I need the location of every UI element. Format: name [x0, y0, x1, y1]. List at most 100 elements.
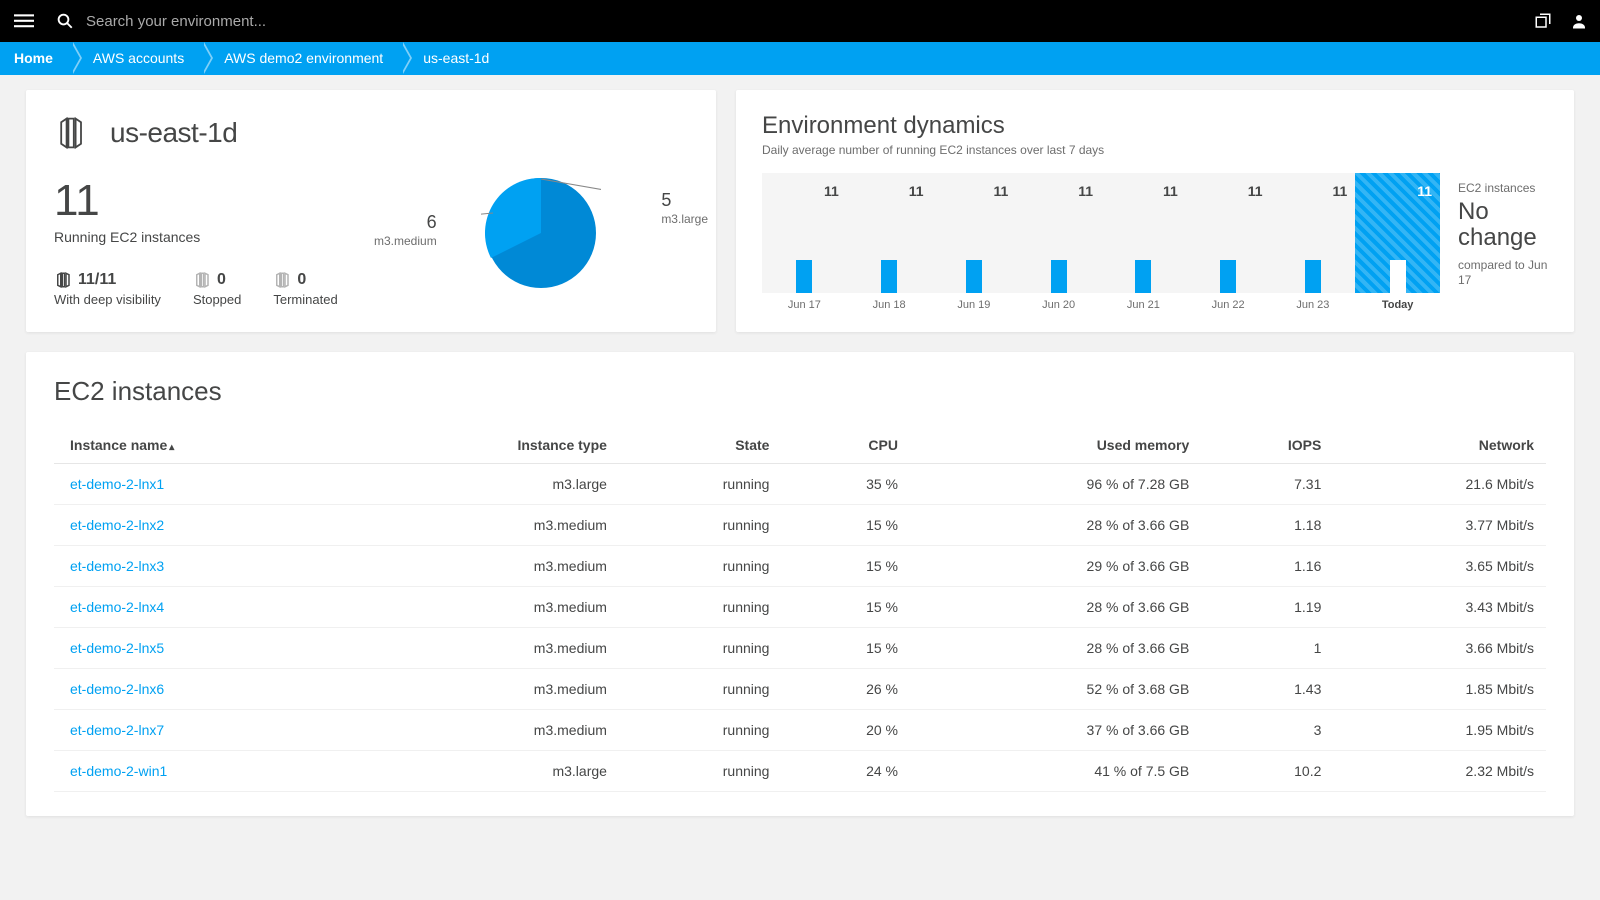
ec2-instances-table: Instance name▴Instance typeStateCPUUsed … — [54, 427, 1546, 792]
cell-cpu: 35 % — [781, 464, 910, 505]
table-header[interactable]: Instance type — [358, 427, 619, 464]
stat-value: 11/11 — [78, 271, 116, 289]
instance-name-link[interactable]: et-demo-2-lnx4 — [70, 599, 164, 615]
datacenter-mini-icon — [193, 271, 211, 289]
cell-cpu: 15 % — [781, 587, 910, 628]
table-header[interactable]: State — [619, 427, 782, 464]
running-label: Running EC2 instances — [54, 229, 394, 245]
table-header[interactable]: Network — [1333, 427, 1546, 464]
bar-date: Today — [1382, 299, 1414, 311]
search-icon[interactable] — [56, 12, 74, 30]
cell-iops: 1.19 — [1201, 587, 1333, 628]
cell-state: running — [619, 669, 782, 710]
bar-column: 11Jun 21 — [1101, 173, 1186, 311]
bar-value: 11 — [1248, 183, 1263, 199]
cell-iops: 1.18 — [1201, 505, 1333, 546]
table-header[interactable]: CPU — [781, 427, 910, 464]
cell-memory: 41 % of 7.5 GB — [910, 751, 1201, 792]
environment-dynamics-card: Environment dynamics Daily average numbe… — [736, 90, 1574, 332]
new-window-icon[interactable] — [1534, 12, 1552, 30]
bar-date: Jun 20 — [1042, 299, 1075, 311]
cell-iops: 10.2 — [1201, 751, 1333, 792]
stat-value: 0 — [297, 271, 306, 289]
bar-column: 11Jun 17 — [762, 173, 847, 311]
bar-column: 11Jun 18 — [847, 173, 932, 311]
stat-label: Terminated — [273, 292, 337, 307]
table-row: et-demo-2-lnx5 m3.mediumrunning15 %28 % o… — [54, 628, 1546, 669]
region-title: us-east-1d — [110, 117, 237, 149]
bar-date: Jun 21 — [1127, 299, 1160, 311]
ec2-table-title: EC2 instances — [54, 376, 1546, 407]
bar-date: Jun 18 — [873, 299, 906, 311]
table-row: et-demo-2-lnx4m3.mediumrunning15 %28 % o… — [54, 587, 1546, 628]
instance-name-link[interactable]: et-demo-2-win1 — [70, 763, 167, 779]
cell-network: 1.95 Mbit/s — [1333, 710, 1546, 751]
cell-network: 3.77 Mbit/s — [1333, 505, 1546, 546]
bar-date: Jun 22 — [1212, 299, 1245, 311]
bar-value: 11 — [1332, 183, 1347, 199]
table-header[interactable]: Used memory — [910, 427, 1201, 464]
bar-value: 11 — [1078, 183, 1093, 199]
cell-type: m3.large — [358, 751, 619, 792]
env-dynamics-bar-chart: 11Jun 1711Jun 1811Jun 1911Jun 2011Jun 21… — [762, 173, 1440, 311]
search-input[interactable] — [86, 13, 1534, 30]
cell-network: 3.43 Mbit/s — [1333, 587, 1546, 628]
table-header[interactable]: IOPS — [1201, 427, 1333, 464]
table-row: et-demo-2-lnx1m3.largerunning35 %96 % of… — [54, 464, 1546, 505]
cell-memory: 29 % of 3.66 GB — [910, 546, 1201, 587]
bar-column: 11 Jun 20 — [1016, 173, 1101, 311]
cell-type: m3.medium — [358, 505, 619, 546]
cell-type: m3.medium — [358, 669, 619, 710]
cell-type: m3.medium — [358, 628, 619, 669]
cell-type: m3.medium — [358, 546, 619, 587]
bar-date: Jun 17 — [788, 299, 821, 311]
cell-cpu: 20 % — [781, 710, 910, 751]
instance-type-pie-chart: 6m3.medium 5m3.large — [394, 159, 688, 307]
cell-network: 3.65 Mbit/s — [1333, 546, 1546, 587]
instance-name-link[interactable]: et-demo-2-lnx6 — [70, 681, 164, 697]
bar-value: 11 — [993, 183, 1008, 199]
bar-column: 11 Today — [1355, 173, 1440, 311]
cell-cpu: 24 % — [781, 751, 910, 792]
instance-name-link[interactable]: et-demo-2-lnx5 — [70, 640, 164, 656]
cell-iops: 3 — [1201, 710, 1333, 751]
instance-name-link[interactable]: et-demo-2-lnx2 — [70, 517, 164, 533]
cell-state: running — [619, 628, 782, 669]
cell-memory: 37 % of 3.66 GB — [910, 710, 1201, 751]
cell-state: running — [619, 587, 782, 628]
cell-state: running — [619, 546, 782, 587]
instance-name-link[interactable]: et-demo-2-lnx3 — [70, 558, 164, 574]
ec2-instances-card: EC2 instances Instance name▴Instance typ… — [26, 352, 1574, 816]
cell-cpu: 15 % — [781, 628, 910, 669]
cell-network: 1.85 Mbit/s — [1333, 669, 1546, 710]
breadcrumb-current: us-east-1d — [401, 42, 507, 75]
env-dynamics-summary: EC2 instances No change compared to Jun … — [1458, 173, 1548, 311]
cell-network: 21.6 Mbit/s — [1333, 464, 1546, 505]
table-row: et-demo-2-lnx6m3.mediumrunning26 %52 % o… — [54, 669, 1546, 710]
bar-column: 11 Jun 22 — [1186, 173, 1271, 311]
user-icon[interactable] — [1570, 12, 1588, 30]
cell-type: m3.large — [358, 464, 619, 505]
bar-date: Jun 23 — [1296, 299, 1329, 311]
cell-cpu: 15 % — [781, 505, 910, 546]
table-header[interactable]: Instance name▴ — [54, 427, 358, 464]
breadcrumb-home[interactable]: Home — [4, 42, 71, 75]
cell-state: running — [619, 505, 782, 546]
cell-type: m3.medium — [358, 587, 619, 628]
cell-memory: 28 % of 3.66 GB — [910, 628, 1201, 669]
cell-cpu: 15 % — [781, 546, 910, 587]
stat-value: 0 — [217, 271, 226, 289]
cell-iops: 1.16 — [1201, 546, 1333, 587]
instance-name-link[interactable]: et-demo-2-lnx7 — [70, 722, 164, 738]
breadcrumb-aws-accounts[interactable]: AWS accounts — [71, 42, 202, 75]
hamburger-menu-icon[interactable] — [12, 9, 36, 33]
breadcrumb-aws-demo2-environment[interactable]: AWS demo2 environment — [202, 42, 401, 75]
datacenter-mini-icon — [54, 271, 72, 289]
stat-label: Stopped — [193, 292, 241, 307]
env-dynamics-title: Environment dynamics — [762, 112, 1548, 140]
bar-value: 11 — [1417, 183, 1432, 199]
sort-asc-icon: ▴ — [169, 442, 174, 453]
cell-state: running — [619, 464, 782, 505]
instance-name-link[interactable]: et-demo-2-lnx1 — [70, 476, 164, 492]
table-row: et-demo-2-lnx3 m3.mediumrunning15 %29 % o… — [54, 546, 1546, 587]
